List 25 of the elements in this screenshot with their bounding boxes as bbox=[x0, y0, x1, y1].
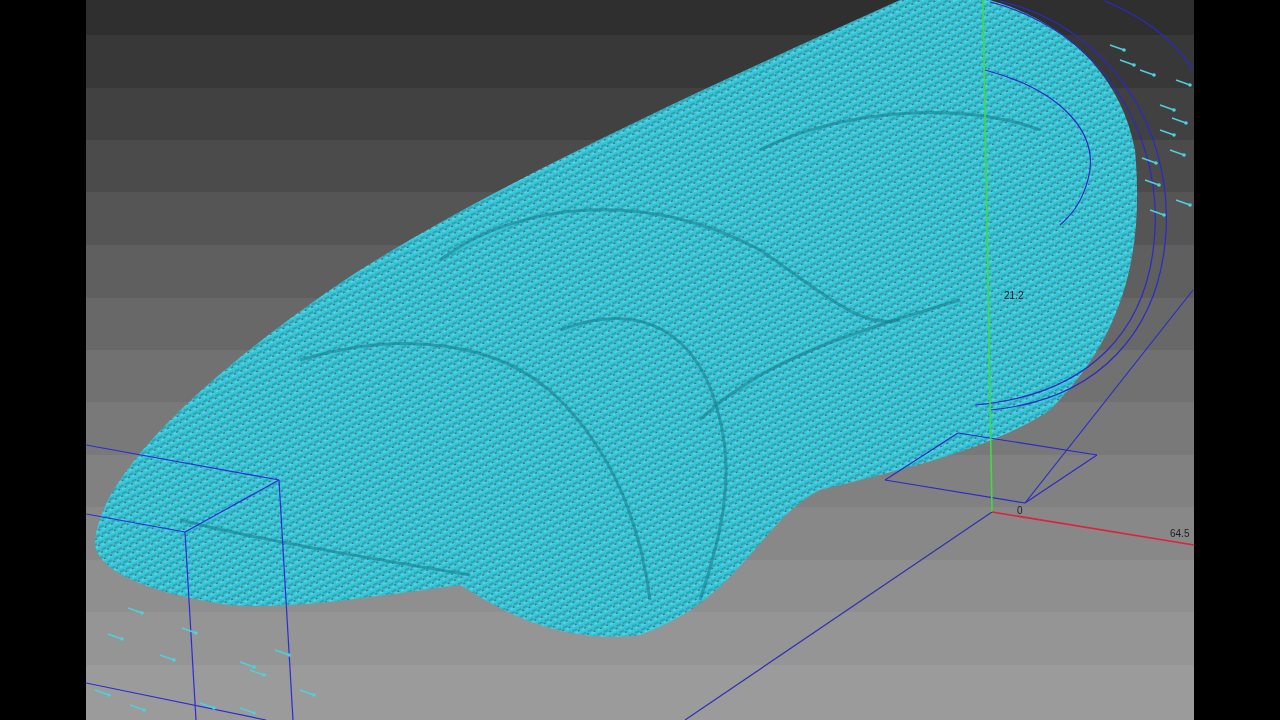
flow-arrow-icon bbox=[181, 627, 198, 635]
flow-arrow-icon bbox=[1109, 44, 1126, 52]
flow-arrow-icon bbox=[1139, 69, 1156, 77]
flow-arrow-icon bbox=[1141, 157, 1158, 165]
flow-arrow-icon bbox=[94, 689, 111, 697]
flow-arrow-icon bbox=[239, 707, 256, 715]
flow-arrow-icon bbox=[129, 704, 146, 712]
flow-arrow-icon bbox=[159, 654, 176, 662]
flow-arrow-icon bbox=[1175, 199, 1192, 207]
flow-arrow-icon bbox=[107, 633, 124, 641]
flow-arrow-icon bbox=[1144, 179, 1161, 187]
flow-arrow-icon bbox=[1149, 209, 1166, 217]
flow-arrow-icon bbox=[1159, 129, 1176, 137]
flow-arrow-icon bbox=[127, 607, 144, 615]
flow-arrow-icon bbox=[299, 689, 316, 697]
flow-arrow-icon bbox=[199, 702, 216, 710]
vertical-axis-value: 21.2 bbox=[1004, 290, 1024, 301]
flow-arrow-icon bbox=[1175, 79, 1192, 87]
horizontal-axis-value: 64.5 bbox=[1170, 528, 1190, 539]
flow-arrow-icon bbox=[1119, 59, 1136, 67]
flow-arrow-icon bbox=[1159, 104, 1176, 112]
origin-value: 0 bbox=[1017, 505, 1023, 516]
flow-arrow-icon bbox=[1171, 117, 1188, 125]
flow-arrow-icon bbox=[274, 649, 291, 657]
flow-arrow-icon bbox=[1169, 149, 1186, 157]
